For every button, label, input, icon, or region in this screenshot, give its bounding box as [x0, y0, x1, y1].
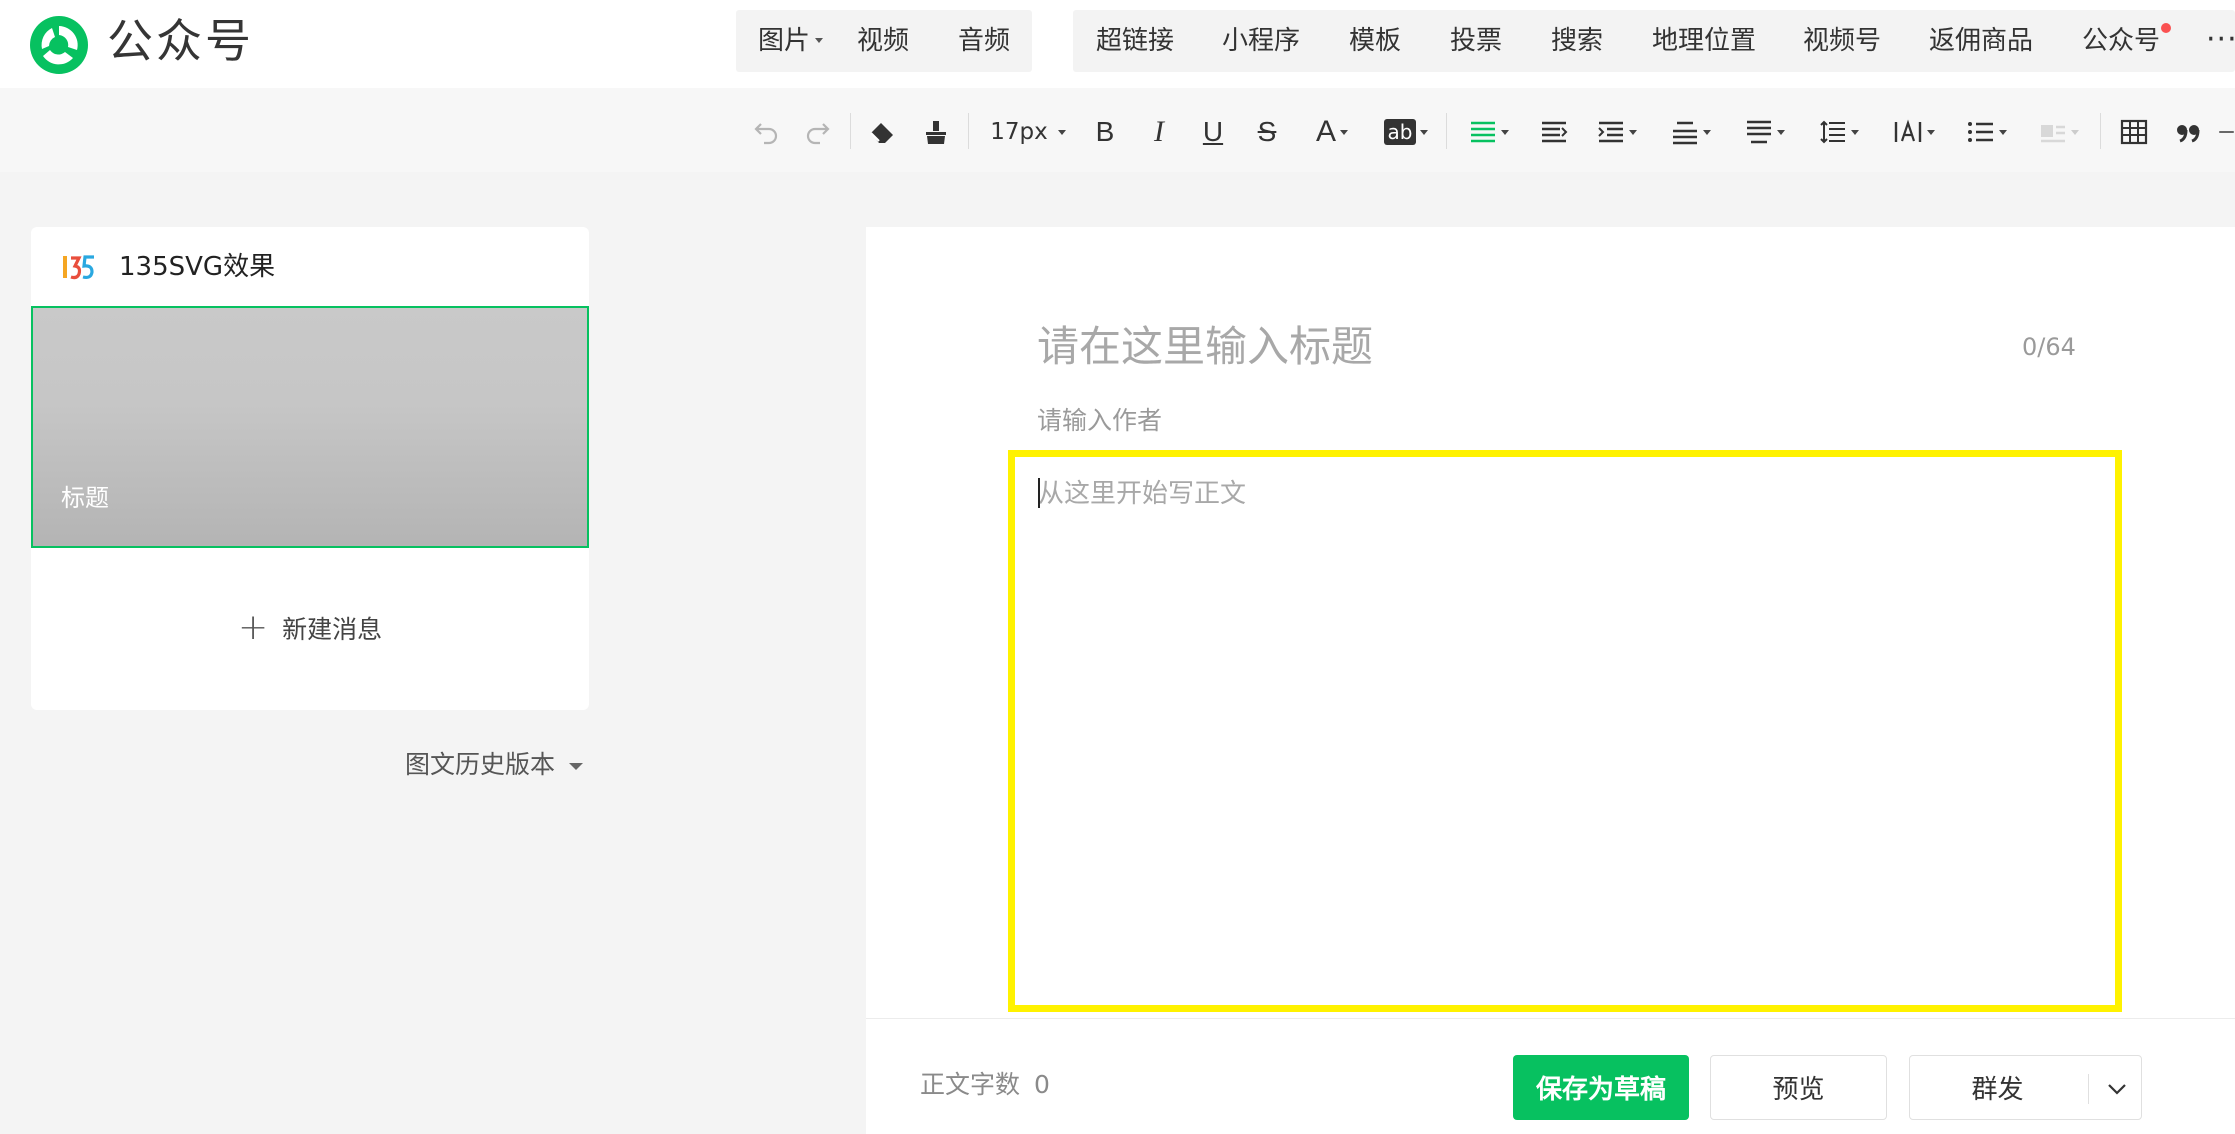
tab-vote[interactable]: 投票	[1450, 10, 1502, 72]
tab-search[interactable]: 搜索	[1551, 10, 1603, 72]
tab-channels[interactable]: 视频号	[1803, 10, 1881, 72]
italic-button[interactable]: I	[1144, 113, 1174, 151]
tab-commission-goods[interactable]: 返佣商品	[1929, 10, 2033, 72]
body-editor[interactable]	[1008, 450, 2122, 1012]
title-input[interactable]	[1037, 318, 1937, 374]
toolbar-divider	[2100, 113, 2101, 149]
tab-hyperlink[interactable]: 超链接	[1096, 10, 1174, 72]
tab-video[interactable]: 视频	[857, 10, 909, 72]
caret-down-icon	[569, 762, 584, 770]
history-version-dropdown[interactable]: 图文历史版本	[405, 748, 584, 782]
brand-name: 公众号	[107, 14, 254, 68]
tab-location[interactable]: 地理位置	[1652, 10, 1756, 72]
toolbar-divider	[1446, 113, 1447, 149]
new-message-label: 新建消息	[282, 615, 383, 644]
insert-tab-group: 超链接 小程序 模板 投票 搜索 地理位置 视频号 返佣商品 公众号	[1073, 10, 2235, 72]
word-count-value: 0	[1034, 1070, 1050, 1099]
preview-button[interactable]: 预览	[1710, 1055, 1887, 1120]
chevron-down-icon[interactable]	[2106, 1078, 2128, 1100]
align-justify-icon[interactable]	[1464, 113, 1514, 151]
publish-button[interactable]: 群发	[1909, 1055, 2142, 1120]
caret-down-icon	[1777, 129, 1785, 135]
toolbar-divider	[850, 113, 851, 149]
paragraph-spacing-top-icon[interactable]	[1666, 113, 1716, 151]
bold-button[interactable]: B	[1090, 113, 1120, 151]
strikethrough-button[interactable]: S	[1252, 113, 1282, 151]
caret-down-icon	[1420, 129, 1429, 135]
wechat-official-logo	[30, 16, 88, 74]
caret-down-icon	[2071, 129, 2079, 135]
blockquote-icon[interactable]	[2170, 113, 2206, 151]
table-icon[interactable]	[2116, 113, 2152, 151]
article-cover-title: 标题	[61, 484, 109, 512]
tab-image[interactable]: 图片	[758, 10, 824, 72]
paragraph-spacing-bottom-icon[interactable]	[1740, 113, 1790, 151]
eraser-icon[interactable]	[864, 113, 900, 151]
caret-down-icon	[1501, 129, 1509, 135]
tab-audio[interactable]: 音频	[958, 10, 1010, 72]
caret-down-icon	[1629, 129, 1637, 135]
undo-icon[interactable]	[748, 113, 784, 151]
word-count: 正文字数 0	[920, 1068, 1050, 1102]
caret-down-icon	[1927, 129, 1935, 135]
indent-right-icon[interactable]	[1538, 113, 1570, 151]
underline-button[interactable]: U	[1198, 113, 1228, 151]
account-avatar-icon	[63, 255, 94, 280]
button-divider	[2088, 1074, 2089, 1104]
tab-template[interactable]: 模板	[1349, 10, 1401, 72]
publish-label: 群发	[1971, 1075, 2024, 1105]
plus-icon: +	[238, 607, 269, 648]
caret-down-icon	[1057, 129, 1066, 135]
line-height-icon[interactable]	[1814, 113, 1864, 151]
new-message-button[interactable]: + 新建消息	[238, 610, 382, 646]
letter-spacing-icon[interactable]	[1888, 113, 1940, 151]
caret-down-icon	[1999, 129, 2007, 135]
horizontal-rule-icon[interactable]	[2218, 113, 2235, 151]
author-input[interactable]	[1037, 402, 1737, 438]
caret-down-icon	[1851, 129, 1859, 135]
caret-down-icon	[1340, 129, 1348, 135]
background-color-button[interactable]: ab	[1378, 113, 1434, 151]
body-placeholder: 从这里开始写正文	[1038, 479, 1247, 509]
caret-down-icon	[815, 37, 824, 43]
notification-badge	[2161, 23, 2171, 33]
text-cursor	[1038, 478, 1040, 508]
save-draft-button[interactable]: 保存为草稿	[1513, 1055, 1689, 1120]
word-count-label: 正文字数	[920, 1070, 1021, 1099]
first-line-indent-icon[interactable]	[1592, 113, 1642, 151]
more-icon[interactable]: ···	[2206, 22, 2235, 57]
float-image-icon	[2034, 113, 2084, 151]
account-name: 135SVG效果	[119, 252, 276, 282]
format-painter-icon[interactable]	[918, 113, 954, 151]
tab-official-account[interactable]: 公众号	[2082, 10, 2160, 72]
caret-down-icon	[1703, 129, 1711, 135]
history-version-label: 图文历史版本	[405, 750, 556, 779]
tab-mini-program[interactable]: 小程序	[1222, 10, 1300, 72]
title-char-counter: 0/64	[2022, 333, 2076, 361]
media-tab-group: 图片 视频 音频	[736, 10, 1032, 72]
bullet-list-icon[interactable]	[1962, 113, 2012, 151]
redo-icon[interactable]	[800, 113, 836, 151]
font-size-select[interactable]: 17px	[986, 113, 1070, 151]
toolbar-divider	[968, 113, 969, 149]
font-color-button[interactable]: A	[1306, 113, 1358, 151]
article-cover-card[interactable]	[31, 306, 589, 548]
